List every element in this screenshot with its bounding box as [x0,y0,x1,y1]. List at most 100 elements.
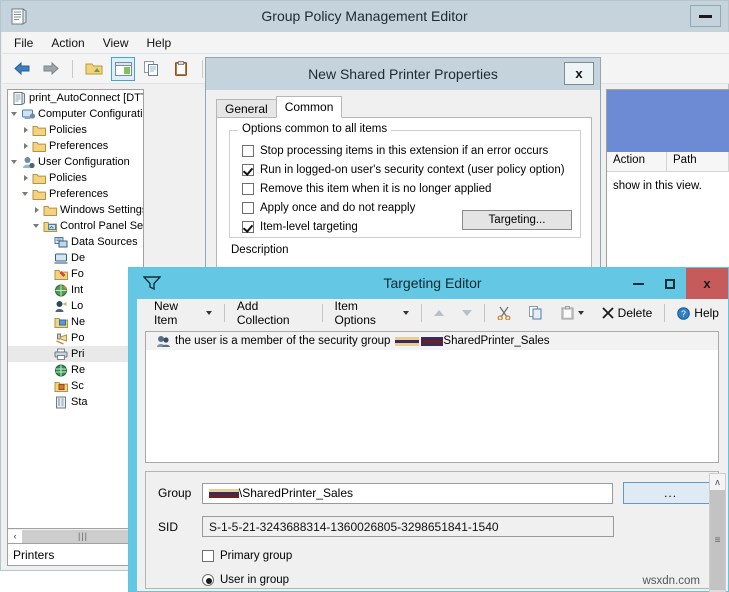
scrollbar-track[interactable]: ≡ [710,490,725,592]
column-header-path[interactable]: Path [667,152,729,171]
user-in-group-label: User in group [220,574,289,586]
checkbox-stop-processing[interactable] [242,145,254,157]
option-remove-item-label: Remove this item when it is no longer ap… [260,183,491,195]
chevron-down-icon[interactable] [206,311,212,315]
tree-node-int[interactable]: Int [8,282,143,298]
tree-node-re[interactable]: Re [8,362,143,378]
result-pane[interactable]: Action Path show in this view. [606,89,729,269]
tree-expander-closed[interactable] [21,141,32,152]
tree-expander-open[interactable] [10,157,21,168]
sid-input[interactable]: S-1-5-21-3243688314-1360026805-329865184… [202,516,614,537]
result-column-headers: Action Path [607,152,729,172]
forward-arrow-icon[interactable] [39,57,63,81]
tree-node-ne[interactable]: Ne [8,314,143,330]
tree-node-fo[interactable]: Fo [8,266,143,282]
targeting-editor-close-button[interactable]: x [686,268,728,299]
chevron-down-icon-2[interactable] [403,311,409,315]
tree-node-computer-configuration[interactable]: Computer Configuration [8,106,143,122]
tree-node-policies[interactable]: Policies [8,122,143,138]
new-shared-printer-properties-dialog: New Shared Printer Properties x General … [205,57,601,275]
tree-expander-open[interactable] [32,221,43,232]
scrollbar-thumb[interactable]: ≡ [710,490,725,590]
targeting-items-list[interactable]: the user is a member of the security gro… [145,331,719,463]
targeting-editor-maximize-button[interactable] [654,268,686,299]
tree-node-label: De [71,252,85,264]
checkbox-item-level-targeting[interactable] [242,221,254,233]
primary-group-row[interactable]: Primary group [202,550,718,562]
delete-button[interactable]: Delete [593,303,662,323]
paste-button[interactable] [552,303,593,323]
new-item-button[interactable]: New Item [145,296,221,330]
main-minimize-button[interactable] [690,5,721,27]
item-options-button[interactable]: Item Options [326,296,418,330]
tree-root-node[interactable]: print_AutoConnect [DTT-DC0 [8,90,143,106]
tree-expander-closed[interactable] [21,173,32,184]
tree-node-po[interactable]: Po [8,330,143,346]
tree-scroll-left-arrow[interactable]: ‹ [8,530,23,543]
cut-button[interactable] [488,303,520,323]
watermark-text: wsxdn.com [642,575,700,587]
tree-node-data-sources[interactable]: Data Sources [8,234,143,250]
show-hide-console-tree-icon[interactable] [111,57,135,81]
tree-expander-closed[interactable] [32,205,43,216]
checkbox-apply-once[interactable] [242,202,254,214]
tree-node-policies[interactable]: Policies [8,170,143,186]
menu-help[interactable]: Help [147,36,172,50]
printer-properties-title-bar: New Shared Printer Properties x [206,58,600,90]
up-folder-icon[interactable] [82,57,106,81]
user-in-group-row[interactable]: User in group [202,574,718,586]
tree-node-user-configuration[interactable]: User Configuration [8,154,143,170]
copy-icon[interactable] [140,57,164,81]
copy-button[interactable] [520,303,552,323]
checkbox-run-in-user-context[interactable] [242,164,254,176]
printer-properties-close-button[interactable]: x [564,62,594,85]
main-title-bar: Group Policy Management Editor [1,1,728,32]
svg-text:?: ? [681,308,686,318]
tree-node-de[interactable]: De [8,250,143,266]
detail-vertical-scrollbar[interactable]: ʌ ≡ [709,473,726,592]
tab-general[interactable]: General [216,99,277,118]
targeting-button[interactable]: Targeting... [462,210,572,230]
tree-node-lo[interactable]: Lo [8,298,143,314]
tree-scroll-thumb[interactable]: ||| [23,530,143,543]
chevron-down-icon-3[interactable] [578,311,584,315]
toolbar-separator-2 [202,60,203,78]
tree-node-sc[interactable]: Sc [8,378,143,394]
menu-file[interactable]: File [14,36,33,50]
tree-node-windows-settings[interactable]: Windows Settings [8,202,143,218]
tree-expander-open[interactable] [10,109,21,120]
move-up-button[interactable] [425,307,453,319]
tree-node-preferences[interactable]: Preferences [8,138,143,154]
targeting-editor-body: New Item Add Collection Item Options [137,299,728,591]
radio-user-in-group[interactable] [202,574,214,586]
browse-group-button[interactable]: ... [623,482,718,504]
tree-node-control-panel-setti[interactable]: Control Panel Setti [8,218,143,234]
option-remove-item[interactable]: Remove this item when it is no longer ap… [242,179,580,198]
console-tree-pane[interactable]: print_AutoConnect [DTT-DC0 Computer Conf… [7,89,144,529]
menu-action[interactable]: Action [51,36,84,50]
tree-expander-closed[interactable] [21,125,32,136]
tree-node-preferences[interactable]: Preferences [8,186,143,202]
group-input[interactable]: \SharedPrinter_Sales [202,483,613,504]
paste-icon[interactable] [169,57,193,81]
help-button[interactable]: ? Help [668,303,728,323]
add-collection-button[interactable]: Add Collection [228,296,319,330]
targeting-editor-left-edge [129,268,137,591]
scrollbar-up-arrow[interactable]: ʌ [710,474,725,490]
checkbox-remove-item[interactable] [242,183,254,195]
option-stop-processing[interactable]: Stop processing items in this extension … [242,141,580,160]
move-down-button[interactable] [453,307,481,319]
tree-horizontal-scrollbar[interactable]: ‹ ||| [7,529,144,544]
column-header-action[interactable]: Action [607,152,667,171]
tree-node-sta[interactable]: Sta [8,394,143,410]
menu-view[interactable]: View [103,36,129,50]
back-arrow-icon[interactable] [10,57,34,81]
targeting-editor-minimize-button[interactable] [622,268,654,299]
tree-node-pri[interactable]: Pri [8,346,143,362]
tab-common[interactable]: Common [276,96,343,118]
targeting-list-item[interactable]: the user is a member of the security gro… [146,332,718,350]
checkbox-primary-group[interactable] [202,550,214,562]
tree-node-label: Control Panel Setti [60,220,143,232]
tree-expander-open[interactable] [21,189,32,200]
option-run-in-user-context[interactable]: Run in logged-on user's security context… [242,160,580,179]
